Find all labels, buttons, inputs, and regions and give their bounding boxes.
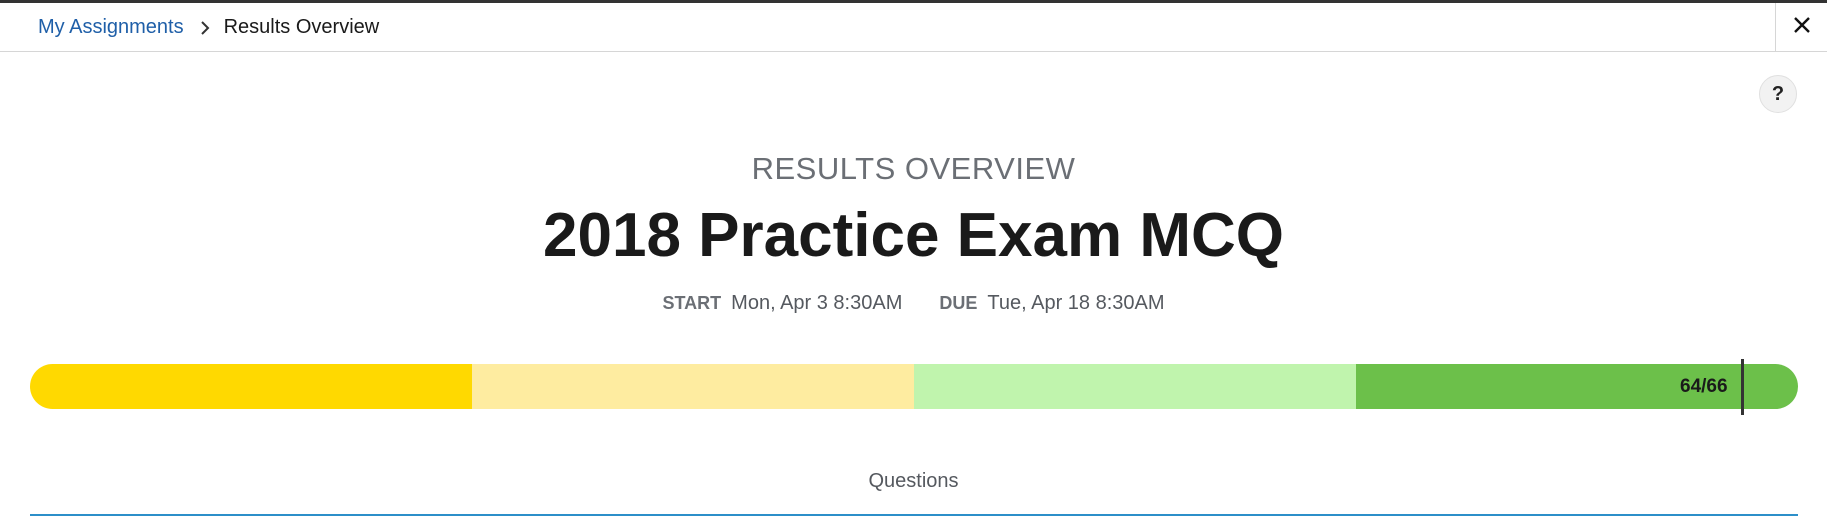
chevron-right-icon xyxy=(200,20,210,36)
close-button[interactable] xyxy=(1775,3,1827,52)
due-label: DUE xyxy=(939,293,978,313)
start-date: Mon, Apr 3 8:30AM xyxy=(731,292,903,314)
header-bar: My Assignments Results Overview xyxy=(0,3,1827,52)
assignment-dates: START Mon, Apr 3 8:30AM DUE Tue, Apr 18 … xyxy=(0,292,1827,315)
score-progress-bar xyxy=(30,364,1798,409)
breadcrumb-current: Results Overview xyxy=(223,16,380,38)
progress-segment-3 xyxy=(914,364,1356,409)
close-icon xyxy=(1793,16,1811,39)
tab-questions[interactable]: Questions xyxy=(0,470,1827,493)
breadcrumb-my-assignments-link[interactable]: My Assignments xyxy=(38,16,184,39)
start-label: START xyxy=(662,293,722,313)
assignment-title: 2018 Practice Exam MCQ xyxy=(543,201,1284,270)
page-overline: RESULTS OVERVIEW xyxy=(751,151,1076,186)
progress-segment-4 xyxy=(1356,364,1798,409)
progress-segment-1 xyxy=(30,364,472,409)
breadcrumb: My Assignments Results Overview xyxy=(38,3,379,52)
tab-underline xyxy=(30,514,1798,516)
progress-segment-2 xyxy=(472,364,914,409)
score-label: 64/66 xyxy=(1680,375,1728,397)
score-marker xyxy=(1741,359,1744,415)
due-date: Tue, Apr 18 8:30AM xyxy=(987,292,1165,314)
help-button[interactable]: ? xyxy=(1759,75,1797,113)
